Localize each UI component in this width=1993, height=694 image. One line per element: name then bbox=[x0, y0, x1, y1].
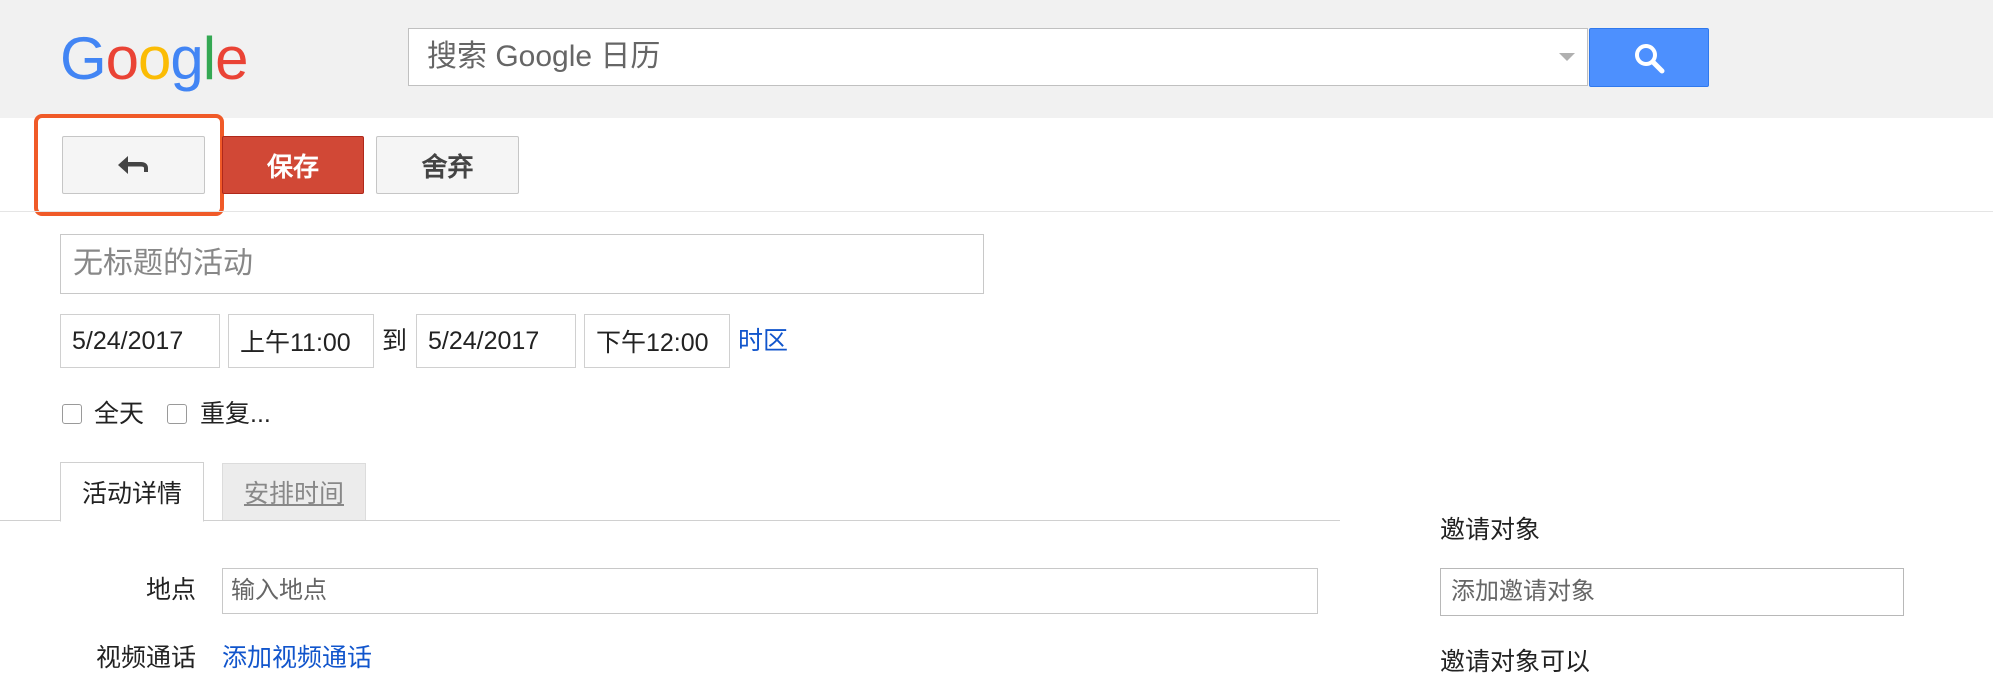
back-arrow-icon bbox=[117, 156, 148, 174]
repeat-checkbox[interactable] bbox=[167, 404, 187, 424]
to-label: 到 bbox=[382, 327, 408, 355]
chevron-down-icon[interactable] bbox=[1559, 53, 1575, 61]
search-input[interactable] bbox=[409, 29, 1539, 85]
google-logo: Google bbox=[60, 24, 249, 94]
search-box bbox=[408, 28, 1588, 86]
event-title-input[interactable] bbox=[60, 234, 984, 294]
all-day-checkbox[interactable] bbox=[62, 404, 82, 424]
start-date-field[interactable]: 5/24/2017 bbox=[60, 314, 220, 368]
back-button[interactable] bbox=[62, 136, 205, 194]
add-video-call-link[interactable]: 添加视频通话 bbox=[222, 640, 372, 676]
logo-letter: l bbox=[202, 25, 216, 92]
search-button[interactable] bbox=[1589, 28, 1709, 87]
end-date-field[interactable]: 5/24/2017 bbox=[416, 314, 576, 368]
all-day-label: 全天 bbox=[94, 400, 145, 428]
logo-letter: o bbox=[105, 25, 139, 92]
tab-event-details[interactable]: 活动详情 bbox=[60, 462, 204, 522]
video-call-label: 视频通话 bbox=[95, 644, 196, 672]
repeat-label: 重复... bbox=[200, 400, 271, 428]
discard-button[interactable]: 舍弃 bbox=[376, 136, 519, 194]
timezone-link[interactable]: 时区 bbox=[738, 322, 788, 360]
end-time-field[interactable]: 下午12:00 bbox=[584, 314, 730, 368]
add-guests-input[interactable] bbox=[1440, 568, 1904, 616]
search-icon bbox=[1635, 43, 1665, 73]
guests-permissions-heading: 邀请对象可以 bbox=[1440, 648, 1591, 676]
logo-letter: o bbox=[138, 25, 171, 92]
location-input[interactable] bbox=[222, 568, 1318, 614]
start-time-field[interactable]: 上午11:00 bbox=[228, 314, 374, 368]
location-label: 地点 bbox=[145, 576, 196, 604]
logo-letter: e bbox=[215, 25, 248, 92]
tab-find-a-time[interactable]: 安排时间 bbox=[222, 463, 366, 520]
save-button[interactable]: 保存 bbox=[222, 136, 364, 194]
guests-heading: 邀请对象 bbox=[1440, 516, 1541, 544]
logo-letter: G bbox=[60, 25, 107, 92]
logo-letter: g bbox=[170, 25, 203, 92]
toolbar-divider bbox=[0, 211, 1993, 212]
